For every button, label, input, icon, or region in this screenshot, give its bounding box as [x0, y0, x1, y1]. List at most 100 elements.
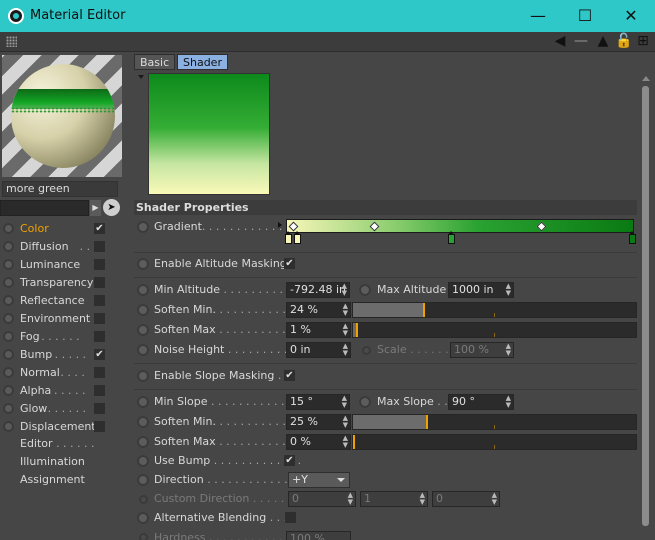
radio-icon[interactable] [3, 259, 14, 270]
radio-icon[interactable] [137, 396, 149, 408]
back-arrow-icon[interactable]: ◀ [551, 33, 569, 50]
scroll-up-icon[interactable] [642, 76, 650, 81]
min-slope-field[interactable]: 15 ° ▲ ▼ [286, 394, 350, 410]
channel-normal[interactable]: Normal. . . . [3, 364, 123, 381]
channel-diffusion[interactable]: Diffusion. . [3, 238, 123, 255]
scrollbar-thumb[interactable] [642, 86, 649, 526]
channel-checkbox[interactable] [94, 331, 105, 342]
channel-glow[interactable]: Glow. . . . . . [3, 400, 123, 417]
slope-soften-min-slider[interactable] [352, 414, 637, 430]
channel-checkbox[interactable] [94, 277, 105, 288]
slope-soften-max-slider[interactable] [352, 434, 637, 450]
enable-altitude-checkbox[interactable]: ✔ [284, 258, 295, 269]
lock-icon[interactable]: 🔓 [615, 33, 633, 50]
radio-icon[interactable] [3, 403, 14, 414]
gradient-bar[interactable] [286, 219, 634, 233]
channel-checkbox[interactable] [94, 421, 105, 432]
altitude-soften-max-slider[interactable] [352, 322, 637, 338]
material-name-field[interactable]: more green [2, 181, 118, 197]
expand-arrow-icon[interactable] [278, 222, 282, 228]
channel-checkbox[interactable] [94, 295, 105, 306]
channel-bump[interactable]: Bump. . . . . . ✔ [3, 346, 123, 363]
radio-icon[interactable] [3, 241, 14, 252]
tab-shader[interactable]: Shader [177, 54, 228, 70]
radio-icon[interactable] [3, 421, 14, 432]
maximize-button[interactable]: ☐ [562, 0, 608, 32]
channel-search-field[interactable] [0, 200, 89, 216]
radio-icon[interactable] [137, 258, 149, 270]
min-slope-label: Min Slope [154, 395, 208, 408]
radio-icon[interactable] [3, 367, 14, 378]
minimize-button[interactable]: — [515, 0, 561, 32]
slope-soften-max-field[interactable]: 0 % ▲ ▼ [286, 434, 351, 450]
channel-alpha[interactable]: Alpha. . . . . [3, 382, 123, 399]
gradient-color-knot[interactable] [448, 231, 455, 244]
alternative-blending-row: Alternative Blending . . . . [134, 508, 637, 528]
radio-icon[interactable] [137, 370, 149, 382]
radio-icon[interactable] [3, 349, 14, 360]
radio-icon[interactable] [137, 512, 149, 524]
max-altitude-field[interactable]: 1000 in ▲ ▼ [448, 282, 514, 298]
direction-dropdown[interactable]: +Y [288, 472, 350, 488]
radio-icon[interactable] [137, 455, 149, 467]
radio-icon[interactable] [137, 344, 149, 356]
pick-arrow-icon[interactable]: ➤ [103, 199, 120, 216]
channel-checkbox[interactable]: ✔ [94, 223, 105, 234]
radio-icon[interactable] [3, 331, 14, 342]
channel-checkbox[interactable] [94, 367, 105, 378]
channel-checkbox[interactable] [94, 259, 105, 270]
altitude-soften-max-field[interactable]: 1 % ▲ ▼ [286, 322, 351, 338]
channel-displacement[interactable]: Displacement [3, 418, 123, 435]
channel-fog[interactable]: Fog. . . . . . [3, 328, 123, 345]
channel-checkbox[interactable] [94, 313, 105, 324]
radio-icon[interactable] [3, 295, 14, 306]
alternative-blending-checkbox[interactable] [285, 512, 296, 523]
altitude-soften-min-slider[interactable] [352, 302, 637, 318]
channel-checkbox[interactable] [94, 403, 105, 414]
forward-arrow-icon[interactable]: — [572, 33, 590, 50]
sidebar-item-editor[interactable]: Editor . . . . . . [20, 437, 95, 450]
radio-icon[interactable] [137, 304, 149, 316]
gradient-color-knot[interactable] [294, 231, 301, 244]
vertical-scrollbar[interactable] [640, 70, 652, 540]
play-icon[interactable]: ▶ [90, 200, 101, 216]
radio-icon[interactable] [3, 385, 14, 396]
radio-icon[interactable] [137, 474, 149, 486]
radio-icon[interactable] [137, 324, 149, 336]
altitude-soften-min-field[interactable]: 24 % ▲ ▼ [286, 302, 351, 318]
max-slope-field[interactable]: 90 ° ▲ ▼ [448, 394, 514, 410]
channel-checkbox[interactable] [94, 241, 105, 252]
material-preview[interactable] [2, 55, 122, 177]
min-altitude-field[interactable]: -792.48 in ▲ ▼ [286, 282, 350, 298]
radio-icon[interactable] [137, 416, 149, 428]
radio-icon[interactable] [137, 436, 149, 448]
radio-icon[interactable] [137, 284, 149, 296]
channel-checkbox[interactable] [94, 385, 105, 396]
up-arrow-icon[interactable]: ▲ [594, 33, 612, 50]
panel-grip-icon[interactable] [6, 36, 17, 47]
radio-icon[interactable] [359, 396, 371, 408]
gradient-color-knot[interactable] [629, 231, 636, 244]
radio-icon[interactable] [137, 221, 149, 233]
radio-icon[interactable] [3, 313, 14, 324]
enable-slope-checkbox[interactable]: ✔ [284, 370, 295, 381]
radio-icon[interactable] [3, 223, 14, 234]
use-bump-checkbox[interactable]: ✔ [284, 455, 295, 466]
gradient-color-knot[interactable] [285, 231, 292, 244]
sidebar-item-illumination[interactable]: Illumination [20, 455, 85, 468]
noise-height-field[interactable]: 0 in ▲ ▼ [286, 342, 351, 358]
slope-soften-min-field[interactable]: 25 % ▲ ▼ [286, 414, 351, 430]
channel-transparency[interactable]: Transparency [3, 274, 123, 291]
channel-environment[interactable]: Environment [3, 310, 123, 327]
tab-basic[interactable]: Basic [134, 54, 176, 70]
sidebar-item-assignment[interactable]: Assignment [20, 473, 85, 486]
channel-luminance[interactable]: Luminance [3, 256, 123, 273]
channel-checkbox[interactable]: ✔ [94, 349, 105, 360]
collapse-arrow-icon[interactable] [138, 75, 144, 79]
radio-icon[interactable] [359, 284, 371, 296]
channel-color[interactable]: Color ✔ [3, 220, 123, 237]
radio-icon[interactable] [3, 277, 14, 288]
new-panel-icon[interactable]: ⊞ [634, 33, 652, 50]
close-button[interactable]: ✕ [608, 0, 654, 32]
channel-reflectance[interactable]: Reflectance [3, 292, 123, 309]
